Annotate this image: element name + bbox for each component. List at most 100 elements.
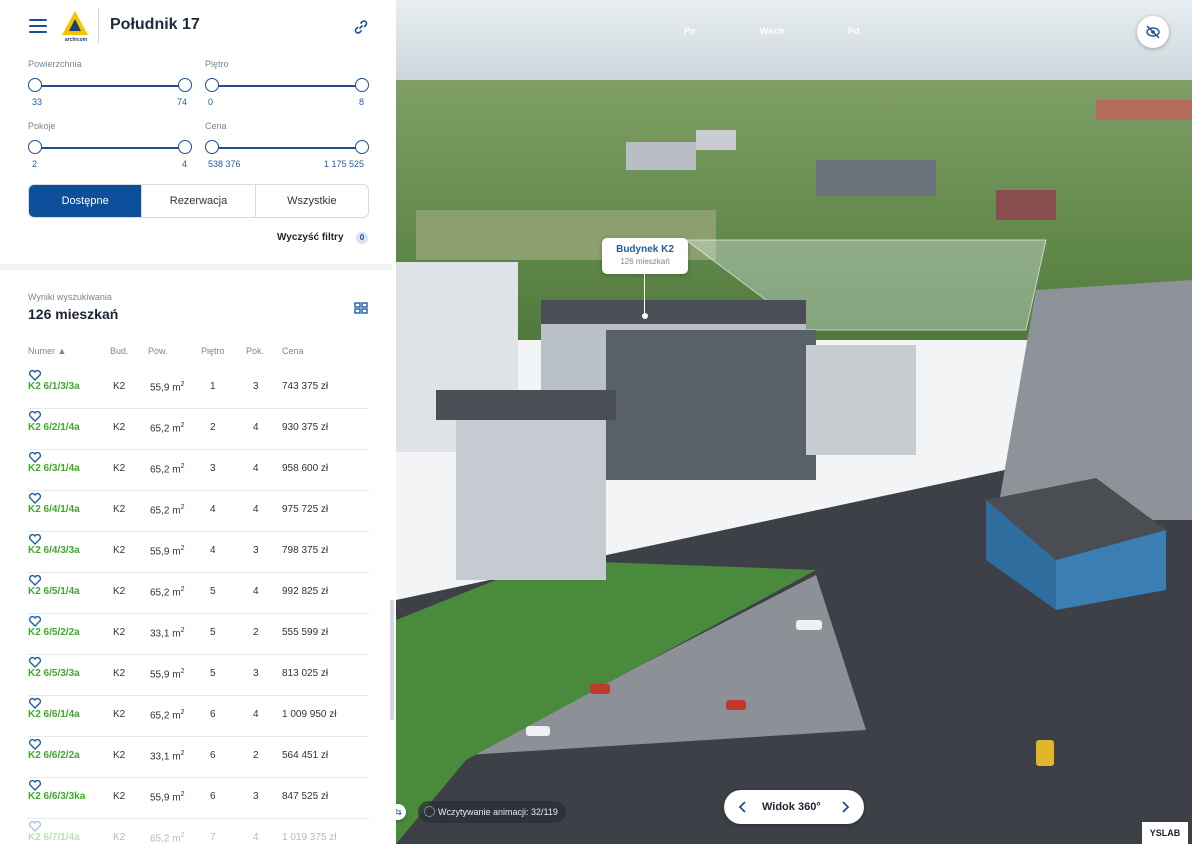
unit-building: K2	[113, 627, 126, 638]
unit-price: 555 599 zł	[282, 627, 329, 638]
logo-text: archicom	[64, 37, 88, 43]
favorite-heart-icon[interactable]	[28, 450, 42, 464]
unit-number[interactable]: K2 6/1/3/3a	[28, 381, 80, 392]
table-row[interactable]: K2 6/4/1/4a K2 65,2 m2 4 4 975 725 zł	[28, 491, 369, 532]
results-scrollbar[interactable]	[390, 600, 394, 720]
view-360-control: Widok 360°	[724, 790, 864, 824]
column-number[interactable]: Numer ▲	[28, 346, 66, 356]
unit-area: 33,1 m2	[150, 627, 184, 639]
column-area[interactable]: Pow.	[148, 346, 168, 356]
unit-building: K2	[113, 668, 126, 679]
favorite-heart-icon[interactable]	[28, 655, 42, 669]
eye-off-icon	[1146, 25, 1160, 39]
unit-number[interactable]: K2 6/6/3/3ka	[28, 791, 85, 802]
unit-rooms: 4	[253, 832, 259, 843]
column-rooms[interactable]: Pok.	[246, 346, 264, 356]
column-price[interactable]: Cena	[282, 346, 304, 356]
table-row[interactable]: K2 6/6/2/2a K2 33,1 m2 6 2 564 451 zł	[28, 737, 369, 778]
rooms-min-handle[interactable]	[28, 140, 42, 154]
unit-building: K2	[113, 586, 126, 597]
column-building[interactable]: Bud.	[110, 346, 129, 356]
favorite-heart-icon[interactable]	[28, 614, 42, 628]
area-max-handle[interactable]	[178, 78, 192, 92]
favorite-heart-icon[interactable]	[28, 532, 42, 546]
chevron-left-icon[interactable]	[734, 798, 752, 816]
tab-all[interactable]: Wszystkie	[254, 185, 368, 217]
tab-reserved[interactable]: Rezerwacja	[141, 185, 254, 217]
building-callout[interactable]: Budynek K2 126 mieszkań	[602, 238, 688, 274]
unit-number[interactable]: K2 6/4/1/4a	[28, 504, 80, 515]
table-row[interactable]: K2 6/5/3/3a K2 55,9 m2 5 3 813 025 zł	[28, 655, 369, 696]
unit-building: K2	[113, 381, 126, 392]
table-row[interactable]: K2 6/7/1/4a K2 65,2 m2 7 4 1 019 375 zł	[28, 819, 369, 844]
unit-number[interactable]: K2 6/2/1/4a	[28, 422, 80, 433]
aerial-view[interactable]: Pn · · · · · · Wsch · · · · · · Pd · · ·…	[396, 0, 1192, 844]
favorite-heart-icon[interactable]	[28, 368, 42, 382]
area-filter-label: Powierzchnia	[28, 59, 82, 69]
floor-min-handle[interactable]	[205, 78, 219, 92]
floor-max-handle[interactable]	[355, 78, 369, 92]
favorite-heart-icon[interactable]	[28, 737, 42, 751]
unit-number[interactable]: K2 6/7/1/4a	[28, 832, 80, 843]
floor-slider-track[interactable]	[212, 85, 362, 87]
unit-number[interactable]: K2 6/5/3/3a	[28, 668, 80, 679]
chevron-right-icon[interactable]	[836, 798, 854, 816]
aerial-render	[396, 0, 1192, 844]
loading-indicator: Wczytywanie animacji: 32/119	[418, 801, 566, 823]
favorite-heart-icon[interactable]	[28, 409, 42, 423]
column-floor[interactable]: Piętro	[201, 346, 225, 356]
view-360-label[interactable]: Widok 360°	[762, 801, 821, 813]
table-row[interactable]: K2 6/1/3/3a K2 55,9 m2 1 3 743 375 zł	[28, 368, 369, 409]
favorite-heart-icon[interactable]	[28, 819, 42, 833]
rooms-max-value: 4	[182, 159, 188, 169]
clear-filters-button[interactable]: Wyczyść filtry	[277, 232, 344, 243]
price-slider-track[interactable]	[212, 147, 362, 149]
favorite-heart-icon[interactable]	[28, 696, 42, 710]
unit-number[interactable]: K2 6/6/1/4a	[28, 709, 80, 720]
table-row[interactable]: K2 6/3/1/4a K2 65,2 m2 3 4 958 600 zł	[28, 450, 369, 491]
area-slider-track[interactable]	[35, 85, 185, 87]
price-min-handle[interactable]	[205, 140, 219, 154]
header-divider	[98, 8, 99, 44]
unit-floor: 2	[210, 422, 216, 433]
unit-number[interactable]: K2 6/6/2/2a	[28, 750, 80, 761]
table-row[interactable]: K2 6/6/1/4a K2 65,2 m2 6 4 1 009 950 zł	[28, 696, 369, 737]
tab-available[interactable]: Dostępne	[29, 185, 142, 217]
unit-number[interactable]: K2 6/5/1/4a	[28, 586, 80, 597]
unit-building: K2	[113, 463, 126, 474]
table-row[interactable]: K2 6/2/1/4a K2 65,2 m2 2 4 930 375 zł	[28, 409, 369, 450]
favorite-heart-icon[interactable]	[28, 778, 42, 792]
link-icon[interactable]	[352, 18, 370, 36]
unit-area-value: 65,2 m	[150, 587, 181, 599]
rooms-slider-track[interactable]	[35, 147, 185, 149]
unit-number[interactable]: K2 6/4/3/3a	[28, 545, 80, 556]
unit-area-exponent: 2	[180, 832, 185, 839]
table-row[interactable]: K2 6/5/2/2a K2 33,1 m2 5 2 555 599 zł	[28, 614, 369, 655]
spinner-icon	[424, 806, 435, 817]
filter-panel: archicom Południk 17 Powierzchnia 33 74 …	[0, 0, 396, 844]
hide-overlay-button[interactable]	[1137, 16, 1169, 48]
unit-rooms: 2	[253, 627, 259, 638]
rooms-max-handle[interactable]	[178, 140, 192, 154]
favorite-heart-icon[interactable]	[28, 573, 42, 587]
table-row[interactable]: K2 6/4/3/3a K2 55,9 m2 4 3 798 375 zł	[28, 532, 369, 573]
unit-area-exponent: 2	[180, 709, 185, 716]
table-row[interactable]: K2 6/6/3/3ka K2 55,9 m2 6 3 847 525 zł	[28, 778, 369, 819]
grid-view-icon[interactable]	[354, 301, 368, 315]
compass-bar[interactable]: Pn · · · · · · Wsch · · · · · · Pd · · ·	[676, 20, 936, 44]
unit-number[interactable]: K2 6/3/1/4a	[28, 463, 80, 474]
unit-rooms: 3	[253, 791, 259, 802]
area-min-handle[interactable]	[28, 78, 42, 92]
unit-number[interactable]: K2 6/5/2/2a	[28, 627, 80, 638]
area-min-value: 33	[32, 97, 43, 107]
favorite-heart-icon[interactable]	[28, 491, 42, 505]
table-row[interactable]: K2 6/5/1/4a K2 65,2 m2 5 4 992 825 zł	[28, 573, 369, 614]
menu-icon[interactable]	[29, 19, 47, 33]
unit-area-exponent: 2	[180, 463, 185, 470]
unit-area-exponent: 2	[180, 545, 185, 552]
unit-price: 564 451 zł	[282, 750, 329, 761]
floor-min-value: 0	[208, 97, 214, 107]
unit-building: K2	[113, 791, 126, 802]
price-max-handle[interactable]	[355, 140, 369, 154]
unit-area: 65,2 m2	[150, 422, 184, 434]
